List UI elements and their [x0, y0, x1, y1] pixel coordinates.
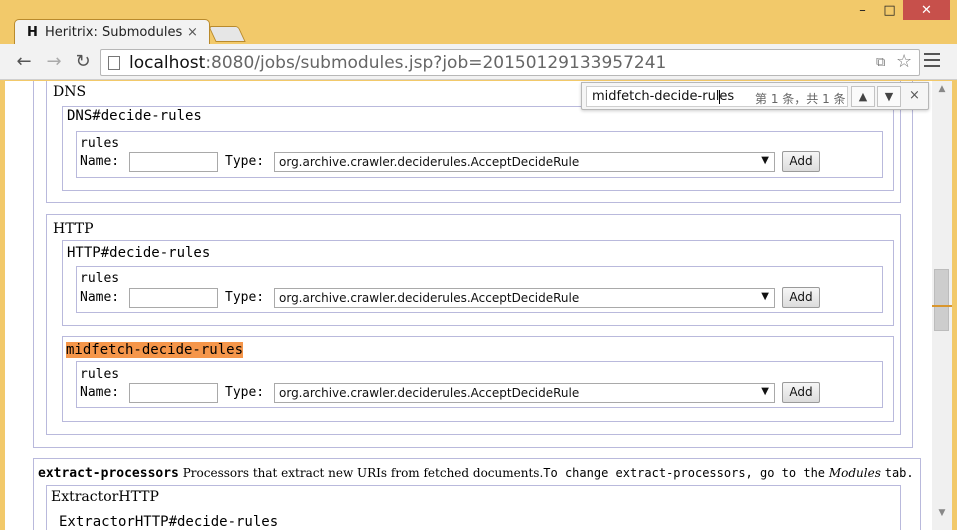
- dropdown-arrow-icon: ▼: [761, 386, 769, 397]
- dns-rules-box: rules Name: Type: org.archive.crawler.de…: [76, 131, 883, 178]
- page-icon: [108, 56, 120, 70]
- tab-title: Heritrix: Submodules: [45, 25, 183, 40]
- window-controls: – □ ✕: [849, 0, 950, 22]
- extract-desc-3: tab.: [884, 466, 914, 480]
- chevron-down-icon: ▼: [884, 90, 894, 103]
- new-tab-button[interactable]: [208, 26, 246, 42]
- type-label: Type:: [225, 154, 265, 169]
- type-select[interactable]: org.archive.crawler.deciderules.AcceptDe…: [274, 383, 775, 403]
- hamburger-menu-icon[interactable]: [924, 53, 940, 69]
- type-select-value: org.archive.crawler.deciderules.AcceptDe…: [279, 155, 580, 169]
- extract-processors-title: extract-processors: [38, 466, 179, 481]
- address-bar[interactable]: localhost:8080/jobs/submodules.jsp?job=2…: [100, 49, 920, 76]
- dns-decide-rules-module: DNS#decide-rules rules Name: Type: org.a…: [62, 106, 894, 191]
- find-match-marker: [932, 305, 952, 307]
- find-match-count: 第 1 条，共 1 条: [755, 92, 846, 106]
- url-host: localhost: [129, 53, 206, 73]
- extract-processors-module: extract-processors Processors that extra…: [33, 458, 921, 530]
- find-input[interactable]: midfetch-decide-rules 第 1 条，共 1 条: [586, 86, 848, 107]
- scrollbar-thumb[interactable]: [934, 269, 949, 331]
- extract-desc-1: Processors that extract new URIs from fe…: [182, 466, 544, 480]
- minimize-button[interactable]: –: [849, 0, 876, 20]
- name-input[interactable]: [129, 288, 218, 308]
- page-viewport: DNS DNS#decide-rules rules Name: Type: o…: [5, 81, 932, 530]
- http-title: HTTP: [53, 221, 94, 237]
- type-select-value: org.archive.crawler.deciderules.AcceptDe…: [279, 386, 580, 400]
- add-button[interactable]: Add: [782, 151, 820, 172]
- add-button[interactable]: Add: [782, 287, 820, 308]
- extractor-http-module: ExtractorHTTP ExtractorHTTP#decide-rules: [46, 485, 901, 530]
- http-rules-box: rules Name: Type: org.archive.crawler.de…: [76, 266, 883, 313]
- translate-icon[interactable]: ⧉: [876, 55, 885, 70]
- reload-icon[interactable]: ↻: [73, 52, 93, 72]
- chevron-up-icon: ▲: [858, 90, 868, 103]
- midfetch-decide-rules-module: midfetch-decide-rules rules Name: Type: …: [62, 336, 894, 422]
- window-titlebar: H Heritrix: Submodules × – □ ✕: [0, 0, 957, 45]
- name-label: Name:: [80, 290, 120, 305]
- name-input[interactable]: [129, 152, 218, 172]
- modules-tab-link[interactable]: Modules: [829, 466, 881, 480]
- forward-arrow-icon[interactable]: →: [44, 52, 64, 72]
- extractor-http-title: ExtractorHTTP: [51, 489, 159, 505]
- rules-label: rules: [80, 136, 120, 151]
- name-label: Name:: [80, 154, 120, 169]
- find-previous-button[interactable]: ▲: [851, 86, 875, 107]
- type-select[interactable]: org.archive.crawler.deciderules.AcceptDe…: [274, 288, 775, 308]
- find-query: midfetch-decide-rules: [592, 89, 735, 104]
- dropdown-arrow-icon: ▼: [761, 291, 769, 302]
- type-select-value: org.archive.crawler.deciderules.AcceptDe…: [279, 291, 580, 305]
- heritrix-favicon-icon: H: [27, 25, 38, 40]
- vertical-scrollbar[interactable]: ▲ ▼: [932, 81, 952, 530]
- close-window-button[interactable]: ✕: [903, 0, 950, 20]
- extract-processors-heading: extract-processors Processors that extra…: [38, 466, 914, 481]
- url-path: :8080/jobs/submodules.jsp?job=2015012913…: [205, 53, 667, 73]
- browser-tab[interactable]: H Heritrix: Submodules ×: [14, 19, 210, 45]
- rules-label: rules: [80, 271, 120, 286]
- http-module: HTTP HTTP#decide-rules rules Name: Type:…: [46, 214, 901, 435]
- midfetch-rules-box: rules Name: Type: org.archive.crawler.de…: [76, 361, 883, 408]
- tab-close-icon[interactable]: ×: [187, 25, 198, 40]
- type-label: Type:: [225, 385, 265, 400]
- http-decide-rules-title: HTTP#decide-rules: [67, 245, 211, 261]
- find-bar: midfetch-decide-rules 第 1 条，共 1 条 ▲ ▼ ×: [581, 82, 929, 110]
- star-icon[interactable]: ☆: [896, 51, 912, 72]
- maximize-button[interactable]: □: [876, 0, 903, 20]
- dropdown-arrow-icon: ▼: [761, 155, 769, 166]
- text-caret: [719, 90, 720, 104]
- add-button[interactable]: Add: [782, 382, 820, 403]
- url-text[interactable]: localhost:8080/jobs/submodules.jsp?job=2…: [129, 53, 666, 73]
- type-select[interactable]: org.archive.crawler.deciderules.AcceptDe…: [274, 152, 775, 172]
- back-arrow-icon[interactable]: ←: [14, 52, 34, 72]
- name-label: Name:: [80, 385, 120, 400]
- find-next-button[interactable]: ▼: [877, 86, 901, 107]
- scroll-down-icon[interactable]: ▼: [932, 505, 952, 522]
- http-decide-rules-module: HTTP#decide-rules rules Name: Type: org.…: [62, 240, 894, 326]
- midfetch-decide-rules-title: midfetch-decide-rules: [66, 342, 244, 358]
- rules-label: rules: [80, 367, 120, 382]
- name-input[interactable]: [129, 383, 218, 403]
- scroll-up-icon[interactable]: ▲: [932, 81, 952, 98]
- dns-title: DNS: [53, 84, 87, 100]
- extract-desc-2: To change extract-processors, go to the: [543, 466, 826, 480]
- browser-toolbar: ← → ↻ localhost:8080/jobs/submodules.jsp…: [0, 44, 957, 80]
- type-label: Type:: [225, 290, 265, 305]
- find-close-icon[interactable]: ×: [909, 88, 920, 103]
- dns-decide-rules-title: DNS#decide-rules: [67, 108, 202, 124]
- extractor-http-decide-rules-title: ExtractorHTTP#decide-rules: [59, 514, 279, 530]
